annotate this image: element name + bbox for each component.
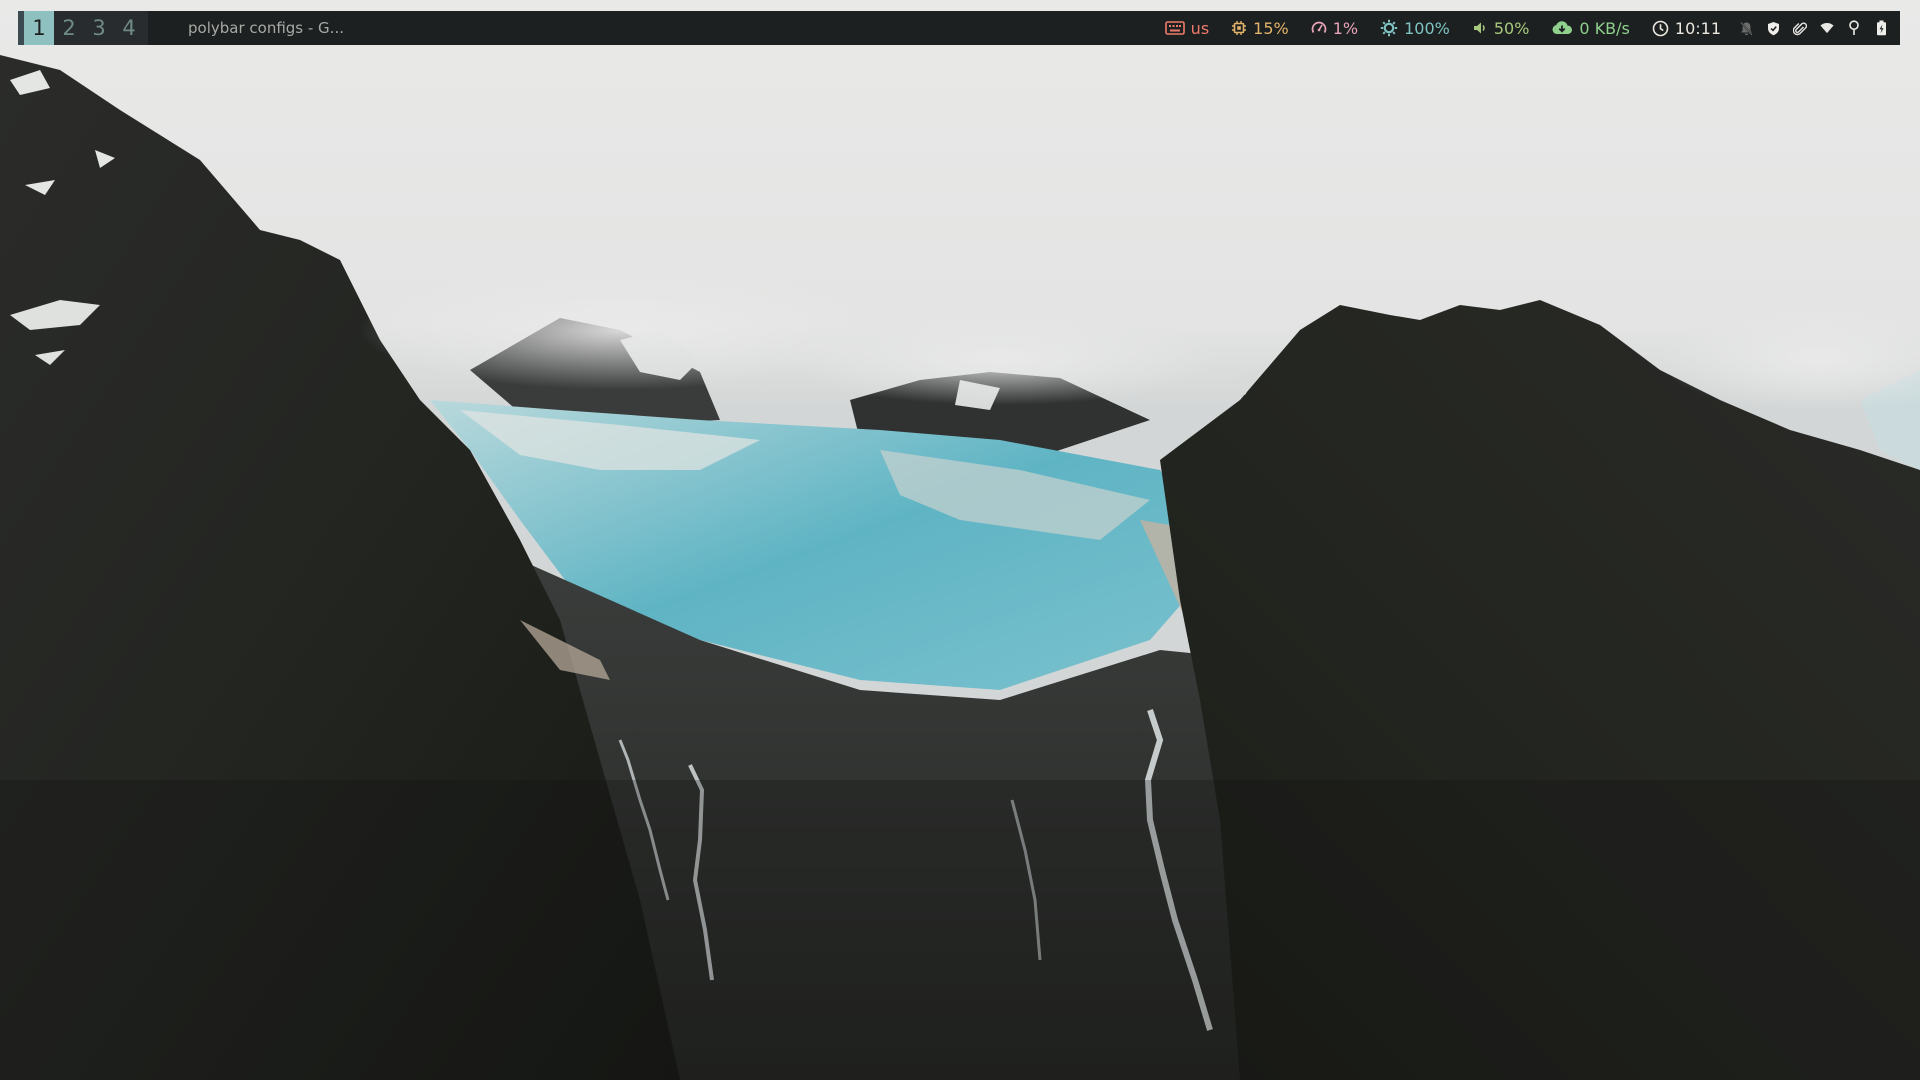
volume-value: 50%: [1493, 18, 1530, 38]
location-pin-icon[interactable]: [1847, 20, 1861, 36]
volume-module[interactable]: 50%: [1472, 18, 1530, 38]
status-bar: 1 2 3 4 polybar configs - G... us 15% 1%…: [18, 11, 1900, 45]
battery-icon[interactable]: [1874, 20, 1888, 36]
gauge-icon: [1311, 21, 1327, 33]
speaker-icon: [1473, 22, 1485, 34]
keyboard-icon: [1164, 21, 1185, 35]
desktop: 1 2 3 4 polybar configs - G... us 15% 1%…: [0, 0, 1920, 1080]
network-speed-module[interactable]: 0 KB/s: [1551, 18, 1630, 38]
network-speed-value: 0 KB/s: [1579, 18, 1630, 38]
workspace-1-button[interactable]: 1: [24, 11, 54, 45]
workspace-switcher: 1 2 3 4: [24, 11, 148, 45]
system-tray: [1739, 20, 1888, 36]
wifi-icon[interactable]: [1820, 20, 1834, 36]
clock-module[interactable]: 10:11: [1652, 19, 1721, 38]
bar-modules: us 15% 1% 100% 50% 0 KB/s 10:11: [1164, 11, 1900, 45]
clock-icon: [1652, 20, 1669, 36]
workspace-4-button[interactable]: 4: [114, 11, 144, 45]
wallpaper-image: [0, 0, 1920, 1080]
memory-module[interactable]: 1%: [1311, 19, 1358, 38]
bell-off-icon[interactable]: [1739, 20, 1753, 36]
brightness-icon: [1380, 19, 1398, 37]
shield-icon[interactable]: [1766, 20, 1780, 36]
workspace-3-button[interactable]: 3: [84, 11, 114, 45]
brightness-value: 100%: [1404, 18, 1450, 38]
cloud-download-icon: [1552, 21, 1573, 34]
window-title: polybar configs - G...: [188, 19, 344, 37]
memory-usage-value: 1%: [1332, 18, 1359, 38]
paperclip-icon[interactable]: [1793, 20, 1807, 36]
keyboard-layout-value: us: [1190, 18, 1210, 38]
clock-time: 10:11: [1674, 18, 1721, 38]
workspace-2-button[interactable]: 2: [54, 11, 84, 45]
cpu-usage-value: 15%: [1253, 18, 1289, 38]
cpu-icon: [1232, 21, 1247, 35]
keyboard-layout-module[interactable]: us: [1164, 18, 1210, 38]
cpu-module[interactable]: 15%: [1231, 19, 1289, 38]
brightness-module[interactable]: 100%: [1380, 19, 1450, 38]
